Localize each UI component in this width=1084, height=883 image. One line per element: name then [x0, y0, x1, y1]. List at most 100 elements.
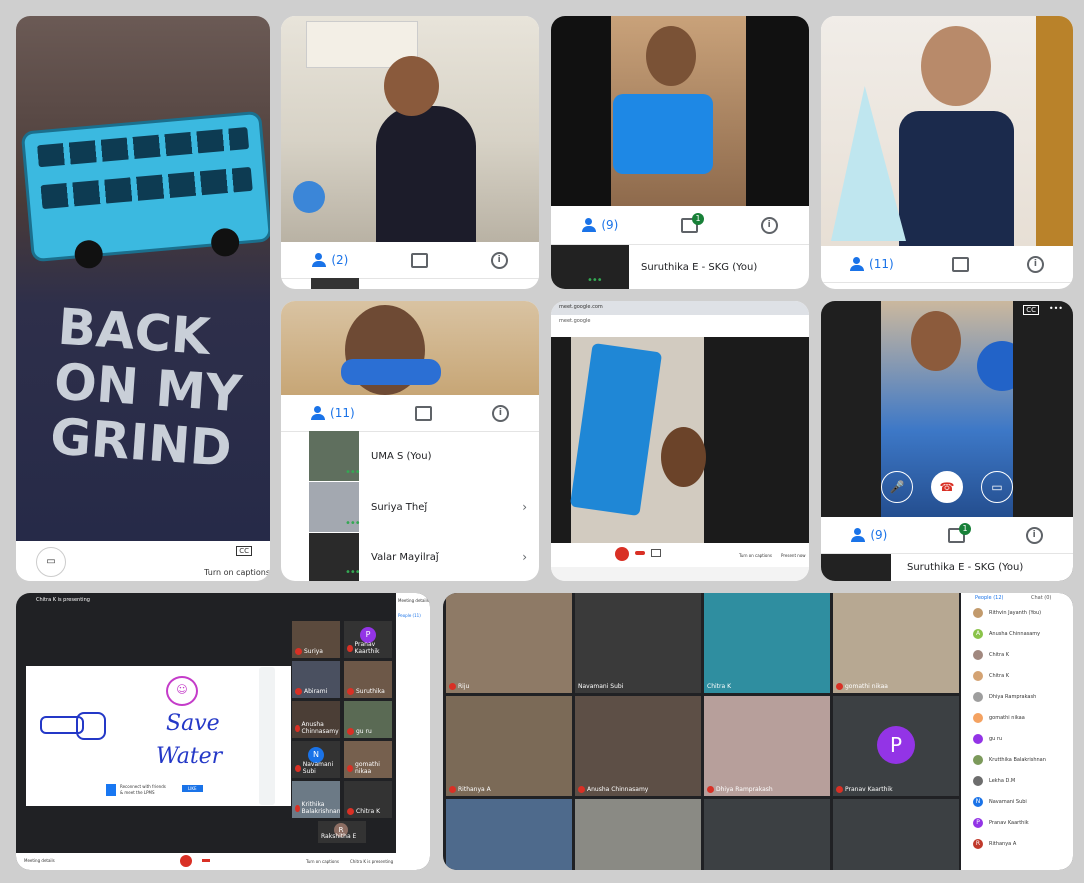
info-icon[interactable]: i	[760, 216, 778, 234]
people-tab[interactable]: People (11)	[398, 613, 421, 618]
camera-button[interactable]: ▭	[981, 471, 1013, 503]
participant-name: Pranav Kaarthik	[989, 819, 1029, 826]
chevron-right-icon[interactable]: ›	[522, 550, 527, 564]
participant-row[interactable]: ••• Suruthika E - SKG (You)	[551, 245, 809, 289]
participant-list-item[interactable]: Rithvin Jayanth (You)	[961, 603, 1073, 622]
participant-name: Dhiya Ramprakash	[989, 693, 1037, 700]
tile-name: Riju	[458, 683, 470, 690]
tap-drawing	[40, 706, 110, 746]
avatar	[973, 670, 983, 681]
participant-name: gomathi nikaa	[989, 714, 1025, 721]
end-call-button[interactable]: ☎	[931, 471, 963, 503]
participant-row[interactable]: ••• Valar Mayilraǰ ›	[281, 533, 539, 581]
info-icon[interactable]: i	[491, 404, 509, 422]
taskbar	[551, 567, 809, 581]
people-count: (2)	[331, 253, 349, 267]
shared-slide: ☺ Save Water Reconnect with friends & me…	[26, 666, 291, 806]
mic-off-button[interactable]	[615, 547, 629, 561]
cc-icon[interactable]: CC	[1023, 305, 1039, 315]
info-icon[interactable]: i	[490, 251, 508, 269]
participant-row[interactable]: ••• UMA S (You)	[281, 431, 539, 481]
participant-list-item[interactable]: R Rithanya A	[961, 834, 1073, 853]
end-call-button[interactable]	[635, 551, 645, 555]
chat-badge: 1	[958, 522, 971, 535]
captions-label[interactable]: Turn on captions	[739, 553, 772, 558]
avatar: P	[877, 726, 915, 764]
participant-name: Chitra K	[989, 651, 1009, 658]
mic-button[interactable]: 🎤	[881, 471, 913, 503]
chat-icon[interactable]	[951, 256, 969, 272]
bottom-controls: ▭ CC Turn on captions	[16, 541, 270, 581]
tile-name: Anusha Chinnasamy	[301, 721, 339, 735]
video-panel-4: (11) i	[821, 16, 1073, 289]
slide-title-line-2: Water	[156, 744, 223, 769]
people-tab[interactable]: (9)	[851, 528, 887, 542]
video-feed: BACK ON MY GRIND	[16, 16, 270, 541]
people-tab[interactable]: People (12)	[975, 595, 1003, 601]
camera-toggle-button[interactable]: ▭	[36, 547, 66, 577]
avatar	[973, 733, 983, 744]
mic-off-button[interactable]	[180, 855, 192, 867]
participant-name: Valar Mayilraǰ	[371, 551, 439, 563]
video-panel-9: Riju Navamani Subi Chitra K gomathi nika…	[443, 593, 1073, 870]
camera-button[interactable]	[651, 549, 661, 557]
avatar	[973, 775, 983, 786]
participant-name: Chitra K	[989, 672, 1009, 679]
url-text: meet.google	[559, 318, 591, 324]
participant-list-item[interactable]: Dhiya Ramprakash	[961, 687, 1073, 706]
participant-list-item[interactable]: Chitra K	[961, 645, 1073, 664]
chat-tab[interactable]: Chat (0)	[1031, 595, 1051, 601]
participant-name: Suriya Theǰ	[371, 501, 428, 513]
participant-list-item[interactable]: A Anusha Chinnasamy	[961, 624, 1073, 643]
participant-list-item[interactable]: Krutthika Balakrishnan	[961, 750, 1073, 769]
tile-grid: Suriya P Pranav Kaarthik Abirami Suruthik…	[292, 621, 392, 843]
share-button[interactable]: LIKE	[182, 785, 203, 792]
participant-name: Suruthika E - SKG (You)	[641, 261, 758, 273]
cc-icon[interactable]: CC	[236, 546, 252, 556]
people-tab[interactable]: (11)	[311, 406, 355, 420]
participant-name: UMA S (You)	[371, 450, 432, 462]
participant-list-item[interactable]: Chitra K	[961, 666, 1073, 685]
info-icon[interactable]: i	[1025, 526, 1043, 544]
participant-thumb: •••	[309, 431, 361, 481]
tile-name: Rithanya A	[458, 786, 491, 793]
more-icon[interactable]: •••	[1049, 304, 1063, 313]
avatar: P	[973, 817, 983, 828]
captions-label[interactable]: Turn on captions	[306, 859, 339, 864]
chat-icon[interactable]	[410, 252, 428, 268]
people-tab[interactable]: (9)	[582, 218, 618, 232]
bus-toy	[20, 110, 270, 270]
address-bar[interactable]: meet.google	[551, 315, 809, 327]
people-tab[interactable]: (11)	[850, 257, 894, 271]
people-count: (11)	[869, 257, 894, 271]
participant-list-item[interactable]: Lekha D.M	[961, 771, 1073, 790]
present-now-label[interactable]: Present now	[781, 553, 806, 558]
turn-on-captions-label[interactable]: Turn on captions	[204, 568, 270, 577]
video-panel-1: BACK ON MY GRIND ▭ CC Turn on captions	[16, 16, 270, 581]
participant-thumb: •••	[309, 482, 361, 532]
annotation-toolbar	[259, 667, 275, 805]
chat-icon[interactable]	[414, 405, 432, 421]
presenting-label: Chitra K is presenting	[36, 597, 90, 603]
participant-row[interactable]: Suruthika E - SKG (You)	[821, 554, 1073, 581]
participant-thumb: •••	[551, 245, 629, 289]
meeting-details-link[interactable]: Meeting details	[24, 858, 55, 863]
chevron-right-icon[interactable]: ›	[522, 500, 527, 514]
end-call-button[interactable]	[202, 859, 210, 862]
tile-name: gomathi nikaa	[845, 683, 888, 690]
avatar: N	[973, 796, 983, 807]
participant-name: Rithanya A	[989, 840, 1017, 847]
participant-thumb: •••	[309, 533, 361, 581]
tile-name: Dhiya Ramprakash	[716, 786, 773, 793]
chat-icon[interactable]: 1	[947, 522, 971, 543]
people-tab[interactable]: (2)	[312, 253, 348, 267]
participant-list-item[interactable]: P Pranav Kaarthik	[961, 813, 1073, 832]
chat-icon[interactable]: 1	[680, 212, 704, 233]
participant-list-item[interactable]: N Navamani Subi	[961, 792, 1073, 811]
browser-tab[interactable]: meet.google.com	[559, 304, 603, 310]
participant-list-item[interactable]: gomathi nikaa	[961, 708, 1073, 727]
participant-row[interactable]: ••• Suriya Theǰ ›	[281, 482, 539, 532]
video-panel-7: CC ••• 🎤 ☎ ▭ (9) 1 i Suruthika E - SKG (…	[821, 301, 1073, 581]
participant-list-item[interactable]: gu ru	[961, 729, 1073, 748]
info-icon[interactable]: i	[1026, 255, 1044, 273]
